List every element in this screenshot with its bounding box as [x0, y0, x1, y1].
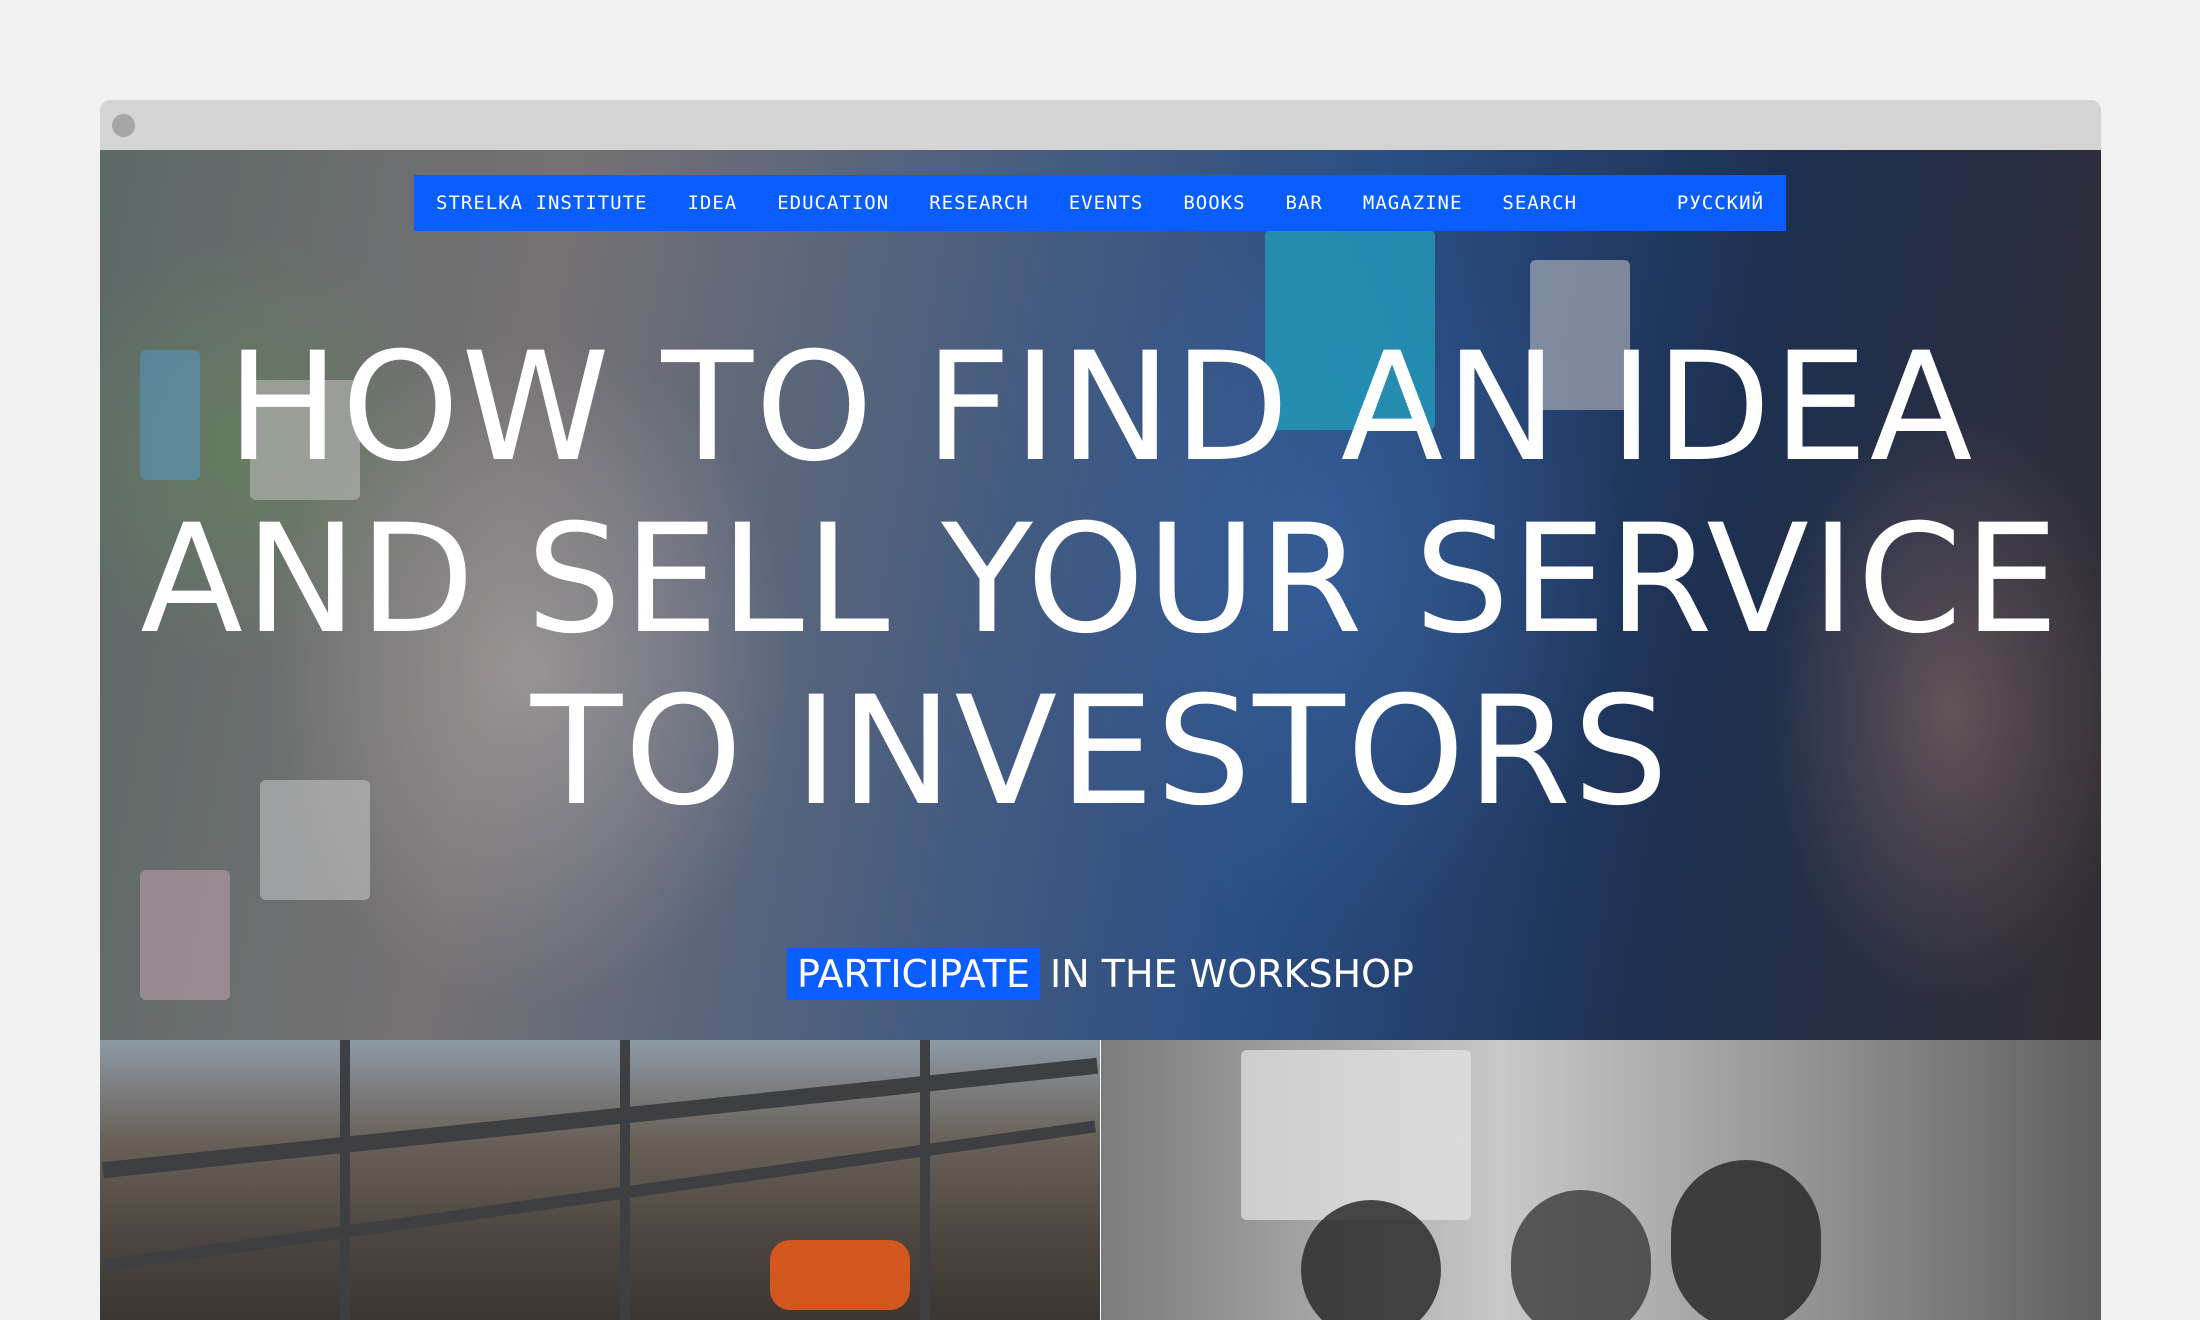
feature-tile-workshop[interactable] [1101, 1040, 2101, 1320]
feature-tiles [100, 1040, 2101, 1320]
tile-photo-person [1671, 1160, 1821, 1320]
headline-line: TO INVESTORS [530, 665, 1671, 839]
tile-photo-beam [101, 1057, 1099, 1179]
hero-headline: HOW TO FIND AN IDEA AND SELL YOUR SERVIC… [100, 322, 2101, 838]
headline-line: AND SELL YOUR SERVICE [140, 493, 2061, 667]
nav-education[interactable]: EDUCATION [777, 192, 889, 214]
nav-research[interactable]: RESEARCH [929, 192, 1029, 214]
tile-photo-board [1241, 1050, 1471, 1220]
nav-events[interactable]: EVENTS [1069, 192, 1144, 214]
feature-tile-rooftop[interactable] [100, 1040, 1100, 1320]
hero-banner: STRELKA INSTITUTE IDEA EDUCATION RESEARC… [100, 150, 2101, 1040]
nav-books[interactable]: BOOKS [1183, 192, 1245, 214]
tile-photo-person [1511, 1190, 1651, 1320]
cta-suffix: IN THE WORKSHOP [1050, 952, 1414, 996]
browser-window: STRELKA INSTITUTE IDEA EDUCATION RESEARC… [100, 100, 2101, 1320]
tile-photo-beam [104, 1120, 1096, 1272]
nav-search[interactable]: SEARCH [1502, 192, 1577, 214]
tile-photo-beam [920, 1040, 930, 1320]
nav-magazine[interactable]: MAGAZINE [1363, 192, 1463, 214]
tile-photo-beam [620, 1040, 630, 1320]
participate-button[interactable]: PARTICIPATE [787, 948, 1041, 1000]
nav-strelka-institute[interactable]: STRELKA INSTITUTE [436, 192, 647, 214]
workshop-cta: PARTICIPATE IN THE WORKSHOP [100, 948, 2101, 1000]
language-switch[interactable]: РУССКИЙ [1677, 192, 1764, 214]
tile-photo-person [770, 1240, 910, 1310]
headline-line: HOW TO FIND AN IDEA [226, 321, 1975, 495]
nav-idea[interactable]: IDEA [687, 192, 737, 214]
nav-bar[interactable]: BAR [1286, 192, 1323, 214]
window-title-bar [100, 100, 2101, 150]
tile-photo-beam [340, 1040, 350, 1320]
main-navigation: STRELKA INSTITUTE IDEA EDUCATION RESEARC… [414, 175, 1786, 231]
window-control-icon[interactable] [112, 114, 135, 137]
